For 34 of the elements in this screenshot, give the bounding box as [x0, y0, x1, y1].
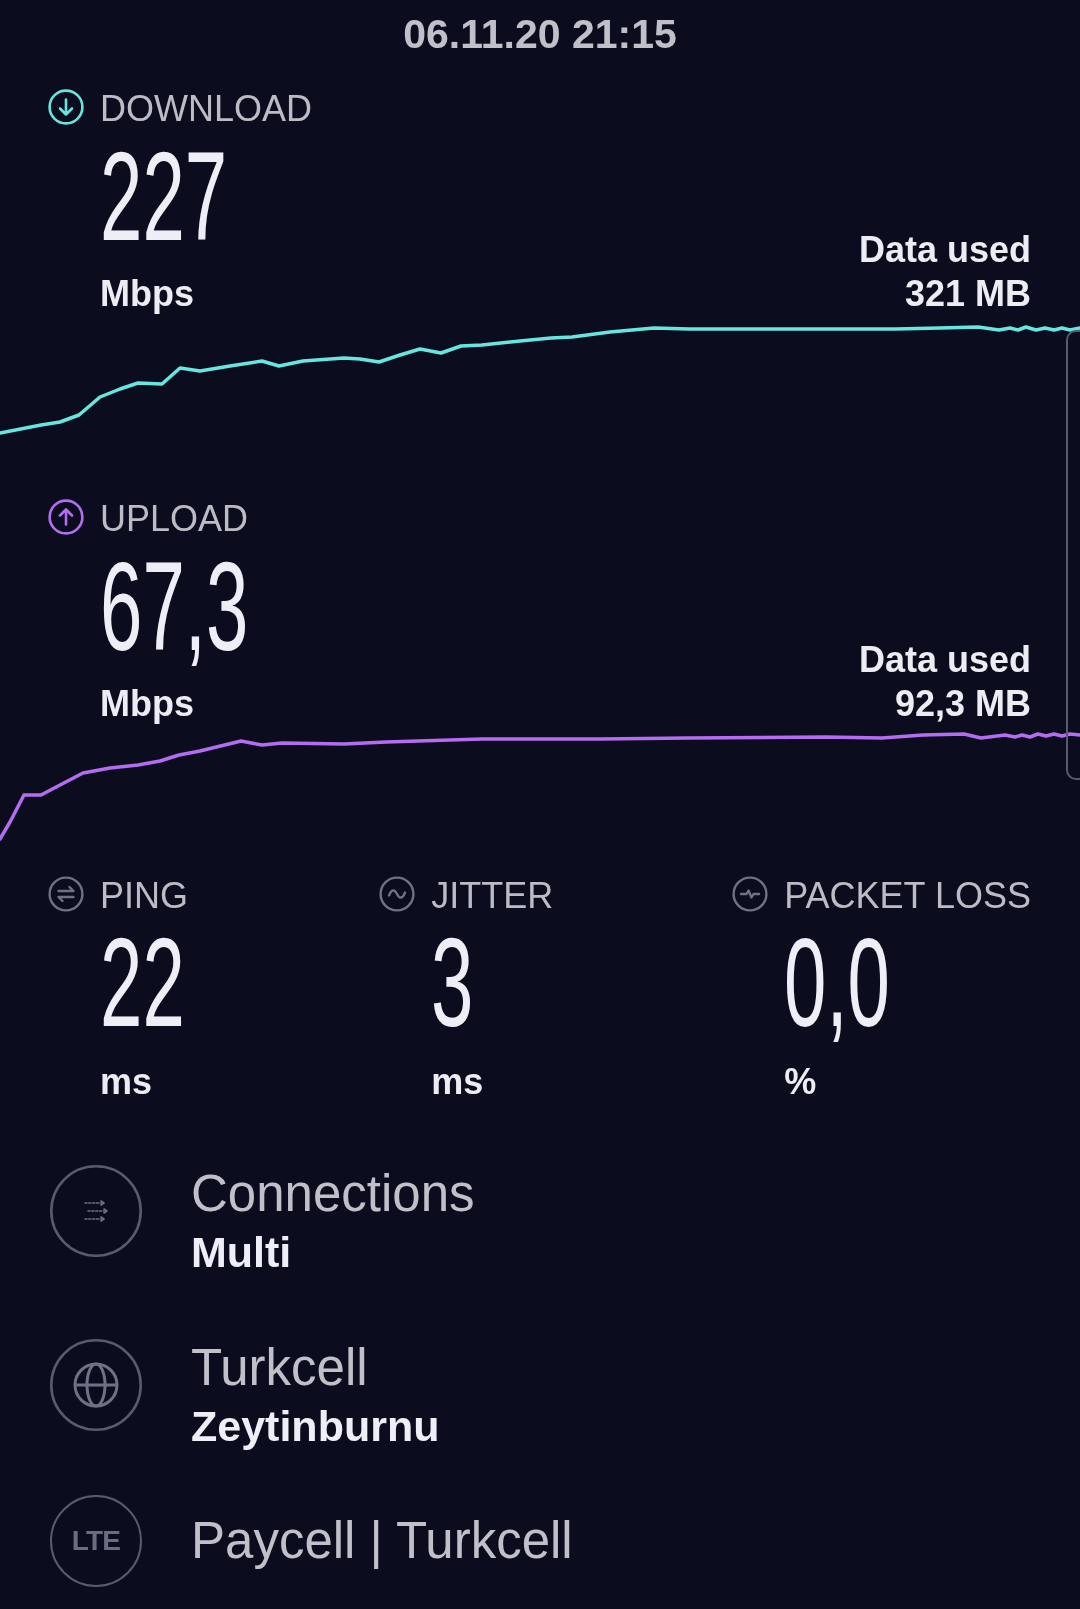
- metric-value: 22: [100, 919, 185, 1046]
- detail-title: Connections: [191, 1164, 475, 1224]
- metric-unit: %: [784, 1060, 817, 1104]
- speed-unit: Mbps: [100, 682, 194, 726]
- speed-label: UPLOAD: [100, 500, 249, 537]
- data-used-label: Data used: [858, 228, 1031, 272]
- metric-unit: ms: [100, 1060, 153, 1104]
- detail-subtitle: Multi: [191, 1227, 293, 1277]
- metric-label: PACKET LOSS: [784, 877, 1031, 914]
- detail-title: Turkcell: [191, 1338, 369, 1398]
- speed-label: DOWNLOAD: [100, 90, 312, 127]
- wave-circle-icon: [379, 876, 416, 912]
- dotted-arrows-icon: [50, 1165, 142, 1257]
- metric-value: 3: [431, 919, 474, 1046]
- test-timestamp: 06.11.20 21:15: [403, 14, 677, 55]
- network-type-badge: LTE: [50, 1495, 142, 1587]
- metric-label: JITTER: [431, 877, 554, 914]
- globe-icon: [50, 1339, 142, 1431]
- data-used-value: 321 MB: [904, 272, 1031, 316]
- detail-subtitle: Zeytinburnu: [191, 1401, 440, 1451]
- detail-title: Paycell | Turkcell: [191, 1511, 573, 1571]
- metric-unit: ms: [431, 1060, 484, 1104]
- metric-label: PING: [100, 877, 188, 914]
- pulse-line-circle-icon: [732, 876, 769, 912]
- speed-value: 67,3: [100, 543, 249, 670]
- arrow-up-circle-icon: [48, 499, 84, 535]
- edge-panel-handle[interactable]: [1066, 330, 1080, 780]
- metric-value: 0,0: [784, 919, 891, 1046]
- arrow-down-circle-icon: [48, 89, 84, 125]
- speed-value: 227: [100, 133, 228, 260]
- data-used-label: Data used: [858, 638, 1031, 682]
- opposite-arrows-circle-icon: [48, 876, 84, 912]
- data-used-value: 92,3 MB: [894, 682, 1031, 726]
- speed-unit: Mbps: [100, 272, 194, 316]
